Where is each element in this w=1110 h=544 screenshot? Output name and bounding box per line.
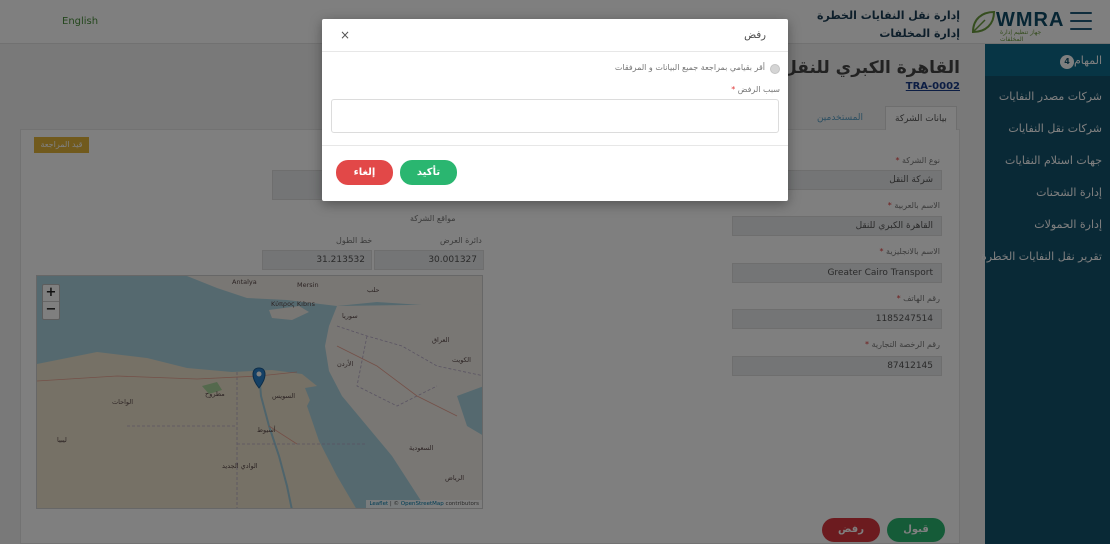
modal-header: رفض × <box>322 19 788 52</box>
modal-title: رفض <box>744 30 766 41</box>
reject-reason-label: * سبب الرفض <box>731 85 780 94</box>
review-confirm-row: أقر بقيامي بمراجعة جميع البيانات و المرف… <box>520 63 780 77</box>
modal-divider <box>322 145 788 146</box>
reject-reason-input[interactable] <box>331 99 779 133</box>
review-confirm-label: أقر بقيامي بمراجعة جميع البيانات و المرف… <box>614 63 765 72</box>
close-icon[interactable]: × <box>340 28 350 42</box>
cancel-button[interactable]: إلغاء <box>336 160 393 185</box>
confirm-button[interactable]: تأكيد <box>400 160 457 185</box>
reject-modal: رفض × أقر بقيامي بمراجعة جميع البيانات و… <box>322 19 788 201</box>
review-confirm-checkbox[interactable] <box>770 64 780 74</box>
